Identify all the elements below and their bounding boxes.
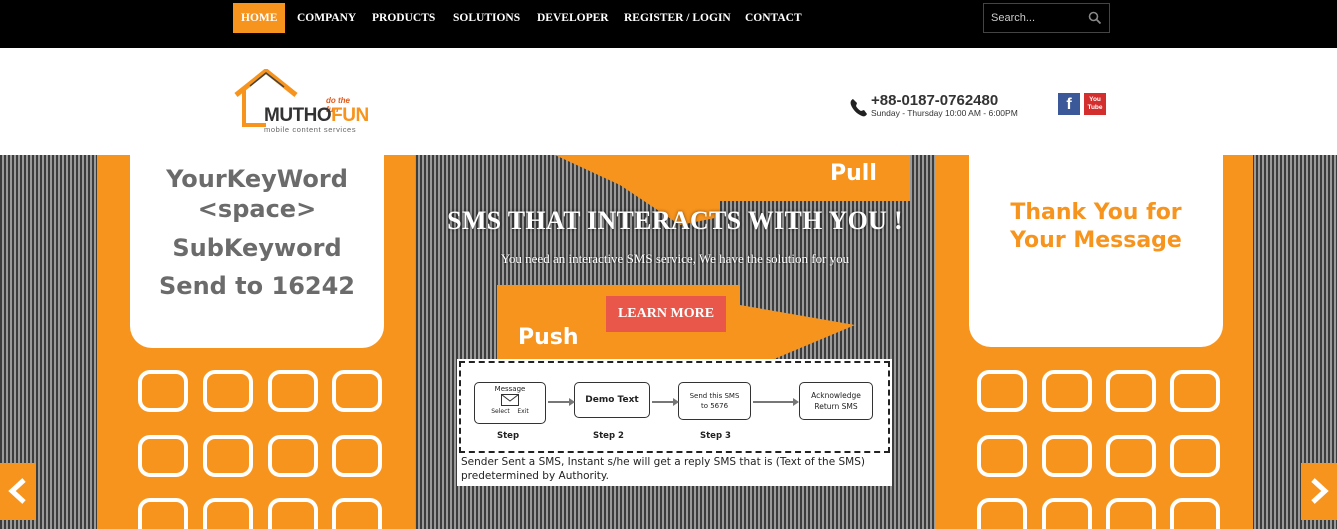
nav-contact[interactable]: CONTACT [737, 3, 810, 33]
hero-title: SMS THAT INTERACTS WITH YOU ! [447, 206, 903, 235]
search-input[interactable] [984, 4, 1084, 32]
site-header: do the fun MUTHOFUN mobile content servi… [0, 48, 1337, 155]
hero-subtitle: You need an interactive SMS service, We … [500, 251, 850, 266]
learn-more-button[interactable]: LEARN MORE [606, 296, 726, 332]
slider-next-button[interactable] [1301, 463, 1337, 520]
push-label: Push [518, 325, 579, 350]
step-arrows [548, 398, 799, 406]
youtube-icon[interactable]: You Tube [1084, 93, 1106, 115]
phone-hours: Sunday - Thursday 10:00 AM - 6:00PM [871, 108, 1018, 118]
diagram-caption: Sender Sent a SMS, Instant s/he will get… [461, 456, 865, 482]
phone-icon [850, 99, 867, 117]
logo-brand: MUTHOFUN [264, 105, 369, 126]
search-box [983, 3, 1110, 33]
sms-flow-diagram: Message Select Exit Demo Text Send this … [457, 359, 892, 486]
logo[interactable]: do the fun MUTHOFUN mobile content servi… [232, 69, 369, 135]
nav-register-login[interactable]: REGISTER / LOGIN [616, 3, 739, 33]
nav-solutions[interactable]: SOLUTIONS [445, 3, 528, 33]
top-navigation-bar: HOME COMPANY PRODUCTS SOLUTIONS DEVELOPE… [0, 0, 1337, 48]
phone-number: +88-0187-0762480 [871, 92, 999, 109]
nav-home[interactable]: HOME [233, 3, 286, 33]
chevron-right-icon [1311, 478, 1329, 504]
chevron-left-icon [8, 478, 26, 504]
nav-developer[interactable]: DEVELOPER [529, 3, 617, 33]
search-icon[interactable] [1088, 11, 1102, 25]
nav-company[interactable]: COMPANY [289, 3, 364, 33]
step-label: Step 3 [700, 431, 731, 441]
step-label: Step [497, 431, 520, 441]
logo-subtitle: mobile content services [264, 125, 357, 134]
pull-label: Pull [830, 161, 877, 186]
facebook-icon[interactable]: f [1058, 93, 1080, 115]
slider-prev-button[interactable] [0, 463, 36, 520]
nav-products[interactable]: PRODUCTS [364, 3, 443, 33]
step-label: Step 2 [593, 431, 624, 441]
